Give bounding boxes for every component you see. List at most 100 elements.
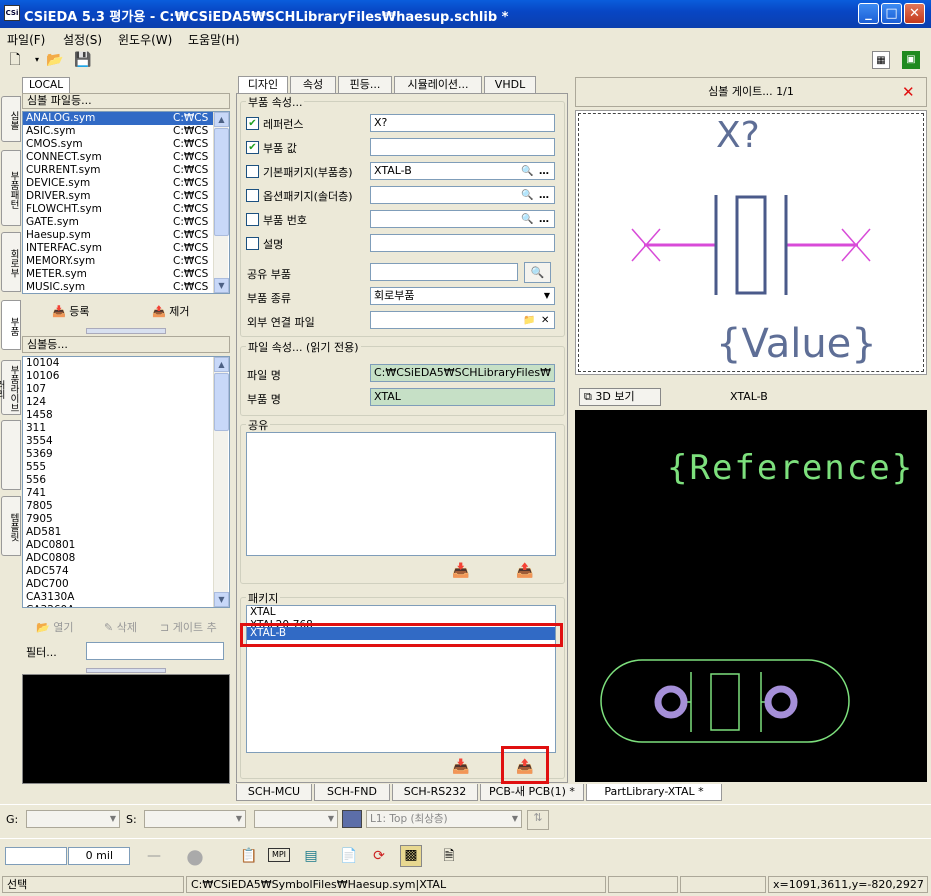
width-input[interactable]: [5, 847, 67, 865]
pcb-view-icon[interactable]: ▣: [902, 51, 920, 69]
symbol-file-item[interactable]: METER.sym C:₩CS: [23, 268, 229, 281]
fill-dot-icon[interactable]: ●: [186, 846, 204, 866]
share-remove-icon[interactable]: 📤: [516, 562, 534, 580]
tab-design[interactable]: 디자인: [238, 76, 288, 94]
note-icon[interactable]: ▩: [400, 845, 422, 867]
package-add-icon[interactable]: 📥: [452, 758, 470, 776]
symbol-item[interactable]: 1458: [23, 409, 229, 422]
save-icon[interactable]: 💾: [74, 51, 92, 69]
property-checkbox[interactable]: [246, 189, 259, 202]
part-type-select[interactable]: 회로부품 ▼: [370, 287, 555, 305]
vtab-part[interactable]: 부품: [1, 300, 21, 350]
symbol-file-item[interactable]: Haesup.sym C:₩CS: [23, 229, 229, 242]
symbol-item[interactable]: 10104: [23, 357, 229, 370]
symbol-file-item[interactable]: FLOWCHT.sym C:₩CS: [23, 203, 229, 216]
list-document-icon[interactable]: 🗎: [440, 847, 458, 865]
remove-button[interactable]: 📤 제거: [152, 303, 189, 319]
tab-partlibrary-xtal[interactable]: PartLibrary-XTAL *: [586, 784, 722, 801]
symbol-file-item[interactable]: DRIVER.sym C:₩CS: [23, 190, 229, 203]
symbol-item[interactable]: 555: [23, 461, 229, 474]
symbol-file-item[interactable]: MEMORY.sym C:₩CS: [23, 255, 229, 268]
symbol-item[interactable]: 7905: [23, 513, 229, 526]
symbol-item[interactable]: 741: [23, 487, 229, 500]
mpi-icon[interactable]: MPI: [268, 848, 290, 862]
tab-vhdl[interactable]: VHDL: [484, 76, 536, 93]
open-folder-icon[interactable]: 📂: [46, 51, 64, 69]
refresh-document-icon[interactable]: ⟳: [370, 847, 388, 865]
search-icon[interactable]: 🔍: [521, 164, 533, 179]
ellipsis-icon[interactable]: …: [539, 212, 549, 227]
property-value-field[interactable]: X?: [370, 114, 555, 132]
layer-combo[interactable]: L1: Top (최상층) ▼: [366, 810, 522, 828]
property-checkbox[interactable]: [246, 213, 259, 226]
shared-part-input[interactable]: [370, 263, 518, 281]
vtab-part-pattern[interactable]: 부품패턴: [1, 150, 21, 226]
register-button[interactable]: 📥 등록: [52, 303, 89, 319]
symbol-file-item[interactable]: CURRENT.sym C:₩CS: [23, 164, 229, 177]
filter-input[interactable]: [86, 642, 224, 660]
symbol-item[interactable]: ADC0801: [23, 539, 229, 552]
line-style-icon[interactable]: —: [145, 847, 163, 865]
tab-pins[interactable]: 핀등...: [338, 76, 392, 93]
close-button[interactable]: ✕: [904, 3, 925, 24]
search-part-button[interactable]: 🔍: [524, 262, 551, 283]
symbol-item[interactable]: ADC0808: [23, 552, 229, 565]
menu-help[interactable]: 도움말(H): [188, 31, 240, 48]
close-preview-icon[interactable]: ✕: [902, 83, 915, 101]
property-checkbox[interactable]: [246, 165, 259, 178]
symbol-item[interactable]: 7805: [23, 500, 229, 513]
document-icon[interactable]: 📄: [340, 847, 358, 865]
property-value-field[interactable]: [370, 138, 555, 156]
tab-properties[interactable]: 속성: [290, 76, 336, 93]
menu-window[interactable]: 윈도우(W): [118, 31, 172, 48]
property-value-field[interactable]: 🔍…: [370, 186, 555, 204]
symbol-file-item[interactable]: INTERFAC.sym C:₩CS: [23, 242, 229, 255]
tab-simulation[interactable]: 시뮬레이션...: [394, 76, 482, 93]
ext-file-input[interactable]: 📁 ✕: [370, 311, 555, 329]
tab-sch-rs232[interactable]: SCH-RS232: [392, 784, 478, 801]
tab-local[interactable]: LOCAL: [22, 77, 70, 93]
symbol-item[interactable]: CA3130A: [23, 591, 229, 604]
symbol-file-item[interactable]: CONNECT.sym C:₩CS: [23, 151, 229, 164]
property-value-field[interactable]: [370, 234, 555, 252]
symbol-item[interactable]: 107: [23, 383, 229, 396]
search-icon[interactable]: 🔍: [521, 212, 533, 227]
tab-pcb-new[interactable]: PCB-새 PCB(1) *: [480, 784, 584, 801]
ellipsis-icon[interactable]: …: [539, 188, 549, 203]
search-icon[interactable]: 🔍: [521, 188, 533, 203]
package-item[interactable]: XTAL: [247, 606, 555, 619]
schematic-view-icon[interactable]: ▦: [872, 51, 890, 69]
symbol-file-item[interactable]: DEVICE.sym C:₩CS: [23, 177, 229, 190]
symbol-item[interactable]: 124: [23, 396, 229, 409]
folder-icon[interactable]: 📁: [523, 313, 535, 328]
symbol-item[interactable]: 556: [23, 474, 229, 487]
delete-button[interactable]: ✎ 삭제: [104, 619, 137, 635]
property-value-field[interactable]: XTAL-B 🔍…: [370, 162, 555, 180]
symbol-item[interactable]: CA3260A: [23, 604, 229, 607]
property-checkbox[interactable]: ✔: [246, 141, 259, 154]
clear-x-icon[interactable]: ✕: [541, 313, 549, 328]
size-input[interactable]: 0 mil: [68, 847, 130, 865]
property-checkbox[interactable]: [246, 237, 259, 250]
symbols-scrollbar[interactable]: ▲ ▼: [213, 357, 229, 607]
layer-swap-icon[interactable]: ⇅: [527, 810, 549, 830]
symbol-file-item[interactable]: GATE.sym C:₩CS: [23, 216, 229, 229]
vtab-template[interactable]: 템플릿: [1, 496, 21, 556]
symbol-files-scrollbar[interactable]: ▲ ▼: [213, 112, 229, 293]
open-button[interactable]: 📂 열기: [36, 619, 73, 635]
symbol-file-item[interactable]: CMOS.sym C:₩CS: [23, 138, 229, 151]
s-combo[interactable]: ▼: [144, 810, 246, 828]
property-value-field[interactable]: 🔍…: [370, 210, 555, 228]
symbol-item[interactable]: 3554: [23, 435, 229, 448]
symbol-file-item[interactable]: ANALOG.sym C:₩CS: [23, 112, 229, 125]
symbol-item[interactable]: ADC574: [23, 565, 229, 578]
symbol-item[interactable]: 5369: [23, 448, 229, 461]
tab-sch-fnd[interactable]: SCH-FND: [314, 784, 390, 801]
maximize-button[interactable]: □: [881, 3, 902, 24]
symbols-list[interactable]: 10104 10106 107 124 1458 311 3554 5369 555 556 741…: [22, 356, 230, 608]
layer-type-combo[interactable]: ▼: [254, 810, 338, 828]
view-3d-button[interactable]: ⧉ 3D 보기: [579, 388, 661, 406]
menu-settings[interactable]: 설정(S): [63, 31, 102, 48]
minimize-button[interactable]: _: [858, 3, 879, 24]
vtab-circuit[interactable]: 회로부: [1, 232, 21, 292]
